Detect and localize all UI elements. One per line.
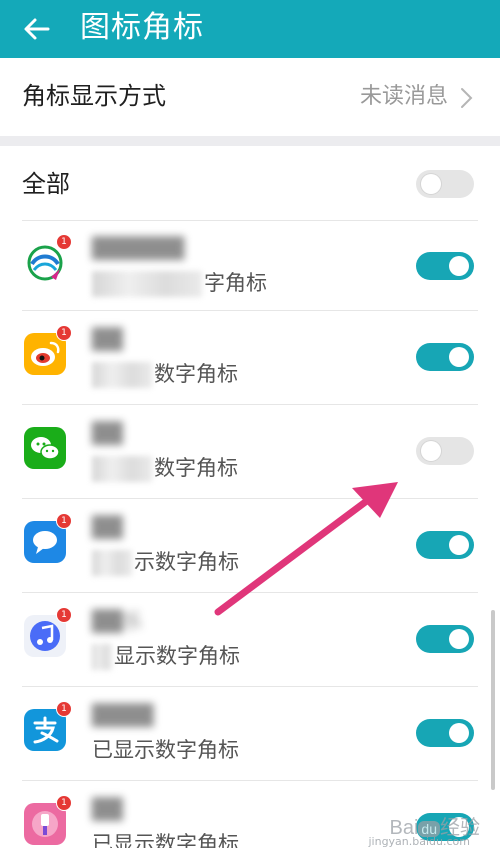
app-name: ██乐 bbox=[92, 609, 143, 633]
back-button[interactable] bbox=[20, 12, 54, 46]
app-badge-status: 示数字角标 bbox=[92, 547, 239, 577]
app-badge-toggle[interactable] bbox=[416, 252, 474, 280]
app-badge-list: 全部 1 ██████ 字角标 1 ██ 数字角标 ██ 数字角标 1 ██ 示… bbox=[0, 146, 500, 848]
all-apps-label: 全部 bbox=[22, 170, 70, 198]
all-apps-row: 全部 bbox=[0, 146, 500, 220]
app-badge-status-text: 示数字角标 bbox=[134, 550, 239, 574]
watermark-url: jingyan.baidu.com bbox=[368, 835, 470, 848]
chevron-right-icon bbox=[461, 88, 473, 108]
app-row-china-mobile: 1 ██████ 字角标 bbox=[0, 220, 500, 313]
app-row-weibo: 1 ██ 数字角标 bbox=[0, 311, 500, 404]
section-gap bbox=[0, 136, 500, 146]
page-title: 图标角标 bbox=[80, 10, 204, 45]
notification-badge: 1 bbox=[56, 234, 72, 250]
app-row-messages: 1 ██ 示数字角标 bbox=[0, 499, 500, 592]
app-badge-toggle[interactable] bbox=[416, 531, 474, 559]
app-name: ██ bbox=[92, 327, 123, 351]
all-apps-toggle[interactable] bbox=[416, 170, 474, 198]
app-name: ██████ bbox=[92, 236, 185, 260]
app-badge-status: 显示数字角标 bbox=[92, 641, 240, 671]
app-badge-status-text: 已显示数字角标 bbox=[92, 832, 239, 848]
app-badge-status: 数字角标 bbox=[92, 359, 238, 389]
app-badge-status-text: 数字角标 bbox=[154, 456, 238, 480]
app-header: 图标角标 bbox=[0, 0, 500, 58]
app-badge-status: 已显示数字角标 bbox=[92, 735, 239, 765]
app-badge-toggle[interactable] bbox=[416, 437, 474, 465]
notification-badge: 1 bbox=[56, 513, 72, 529]
back-arrow-icon bbox=[24, 18, 50, 40]
app-badge-status-text: 字角标 bbox=[204, 271, 267, 295]
badge-display-mode-row[interactable]: 角标显示方式 未读消息 bbox=[0, 58, 500, 137]
app-badge-status: 字角标 bbox=[92, 268, 267, 298]
app-badge-status: 数字角标 bbox=[92, 453, 238, 483]
badge-display-mode-label: 角标显示方式 bbox=[22, 82, 166, 110]
app-name: ██ bbox=[92, 515, 123, 539]
notification-badge: 1 bbox=[56, 607, 72, 623]
app-badge-status-text: 显示数字角标 bbox=[114, 644, 240, 668]
app-badge-status-text: 数字角标 bbox=[154, 362, 238, 386]
app-name: ██ bbox=[92, 421, 123, 445]
app-row-wechat: ██ 数字角标 bbox=[0, 405, 500, 498]
wechat-icon bbox=[24, 427, 66, 469]
notification-badge: 1 bbox=[56, 701, 72, 717]
app-row-music: 1 ██乐 显示数字角标 bbox=[0, 593, 500, 686]
app-name: ████ bbox=[92, 703, 154, 727]
notification-badge: 1 bbox=[56, 325, 72, 341]
app-badge-status-text: 已显示数字角标 bbox=[92, 738, 239, 762]
app-badge-toggle[interactable] bbox=[416, 625, 474, 653]
notification-badge: 1 bbox=[56, 795, 72, 811]
app-badge-toggle[interactable] bbox=[416, 343, 474, 371]
scrollbar[interactable] bbox=[491, 610, 495, 790]
app-name: ██ bbox=[92, 797, 123, 821]
badge-display-mode-value: 未读消息 bbox=[359, 84, 448, 109]
app-row-alipay: 1 ████ 已显示数字角标 bbox=[0, 687, 500, 780]
app-badge-toggle[interactable] bbox=[416, 719, 474, 747]
app-badge-status: 已显示数字角标 bbox=[92, 829, 239, 848]
